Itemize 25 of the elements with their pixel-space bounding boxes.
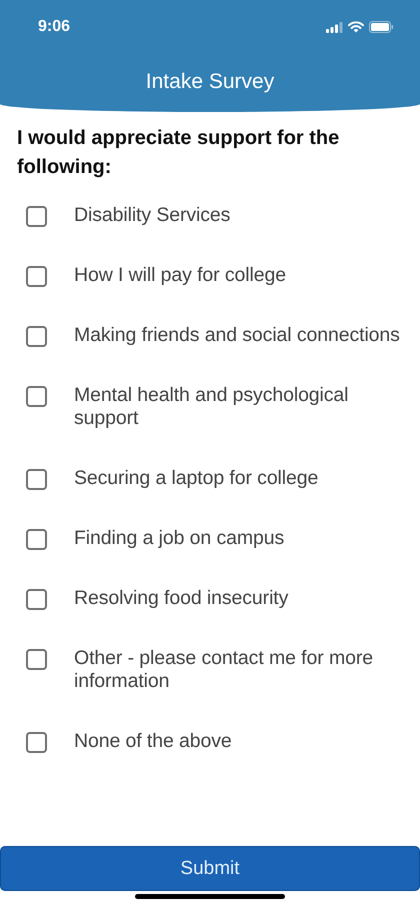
checkbox[interactable] bbox=[26, 529, 47, 550]
status-time: 9:06 bbox=[38, 18, 70, 36]
checkbox[interactable] bbox=[26, 386, 47, 407]
screen-title: Intake Survey bbox=[144, 70, 276, 94]
option-label[interactable]: Mental health and psychological support bbox=[74, 384, 410, 430]
option-label[interactable]: Other - please contact me for more information bbox=[74, 647, 410, 693]
question-text: I would appreciate support for the following: bbox=[16, 126, 340, 180]
wifi-icon bbox=[348, 21, 364, 33]
battery-icon bbox=[369, 21, 394, 33]
option-label[interactable]: Making friends and social connections bbox=[74, 324, 400, 347]
checkbox[interactable] bbox=[26, 469, 47, 490]
option-label[interactable]: None of the above bbox=[74, 730, 232, 753]
submit-button[interactable]: Submit bbox=[0, 846, 420, 891]
checkbox[interactable] bbox=[26, 206, 47, 227]
option-label[interactable]: Securing a laptop for college bbox=[74, 467, 318, 490]
signal-icon bbox=[326, 22, 343, 32]
option-label[interactable]: Disability Services bbox=[74, 204, 230, 227]
checkbox[interactable] bbox=[26, 589, 47, 610]
checkbox[interactable] bbox=[26, 732, 47, 753]
option-label[interactable]: How I will pay for college bbox=[74, 264, 286, 287]
checkbox[interactable] bbox=[26, 266, 47, 287]
option-label[interactable]: Finding a job on campus bbox=[74, 527, 284, 550]
checkbox[interactable] bbox=[26, 649, 47, 670]
checkbox[interactable] bbox=[26, 326, 47, 347]
option-label[interactable]: Resolving food insecurity bbox=[74, 587, 288, 610]
